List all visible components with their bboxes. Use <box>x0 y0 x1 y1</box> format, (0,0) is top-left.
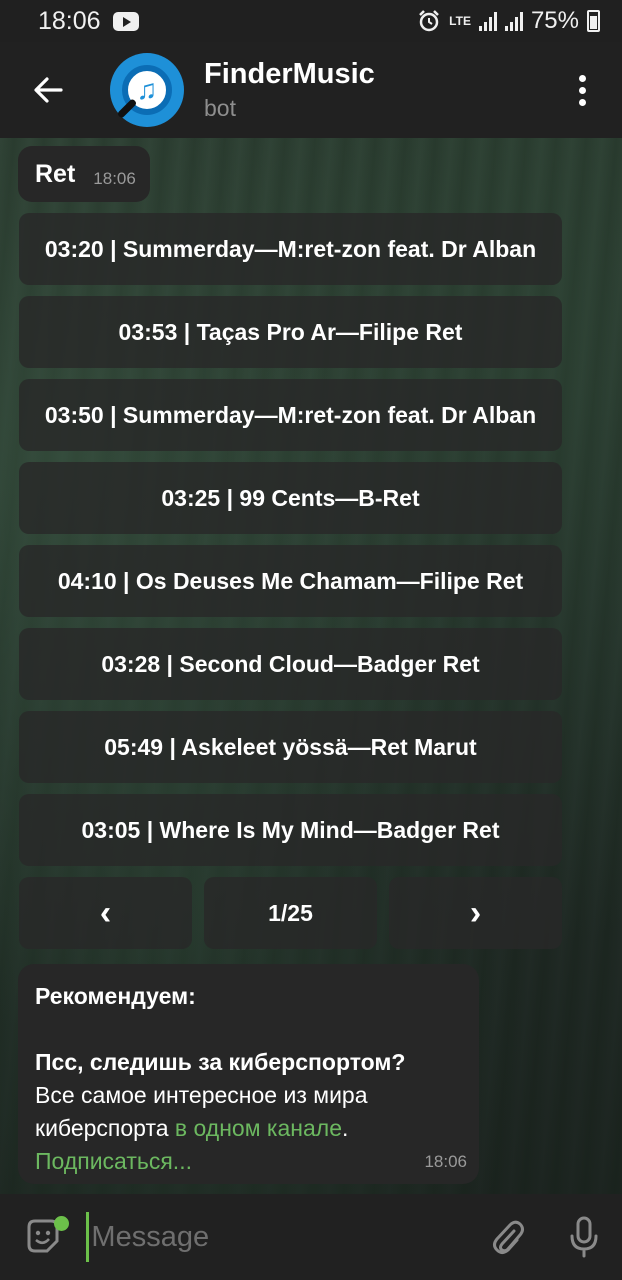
chat-title: FinderMusic <box>204 58 375 90</box>
page-indicator-button[interactable]: 1/25 <box>204 877 377 949</box>
track-button-6[interactable]: 03:28 | Second Cloud—Badger Ret <box>19 628 562 700</box>
message-time: 18:06 <box>424 1152 467 1171</box>
message-input[interactable] <box>86 1212 469 1262</box>
track-button-4[interactable]: 03:25 | 99 Cents—B-Ret <box>19 462 562 534</box>
user-message-text: Ret <box>35 159 76 188</box>
dot-icon <box>578 74 586 82</box>
chat-area: Ret 18:06 03:20 | Summerday—M:ret-zon fe… <box>0 138 622 1194</box>
status-icons: LTE 75% <box>417 7 600 35</box>
message-time: 18:06 <box>93 169 136 188</box>
promo-text-end: . <box>341 1115 349 1141</box>
channel-link[interactable]: в одном канале <box>175 1115 342 1141</box>
status-time: 18:06 <box>38 6 101 35</box>
back-arrow-icon <box>34 77 63 103</box>
track-button-5[interactable]: 04:10 | Os Deuses Me Chamam—Filipe Ret <box>19 545 562 617</box>
message-input-bar <box>0 1194 622 1280</box>
chat-header: ♫ FinderMusic bot <box>0 42 622 138</box>
promo-question: Псс, следишь за киберспортом? <box>35 1049 406 1075</box>
user-message-bubble: Ret 18:06 <box>18 146 150 202</box>
prev-page-button[interactable]: ‹ <box>19 877 192 949</box>
track-button-3[interactable]: 03:50 | Summerday—M:ret-zon feat. Dr Alb… <box>19 379 562 451</box>
promo-message-bubble: Рекомендуем: Псс, следишь за киберспорто… <box>18 964 479 1184</box>
signal-icon <box>478 11 497 31</box>
track-button-2[interactable]: 03:53 | Taças Pro Ar—Filipe Ret <box>19 296 562 368</box>
track-button-1[interactable]: 03:20 | Summerday—M:ret-zon feat. Dr Alb… <box>19 213 562 285</box>
dot-icon <box>578 86 586 94</box>
chat-title-block[interactable]: FinderMusic bot <box>204 58 375 122</box>
alarm-icon <box>419 10 440 32</box>
more-menu-button[interactable] <box>542 42 622 138</box>
new-stickers-dot <box>54 1216 69 1231</box>
chat-subtitle: bot <box>204 95 236 121</box>
next-page-button[interactable]: › <box>389 877 562 949</box>
emoji-button[interactable] <box>0 1194 86 1280</box>
track-button-7[interactable]: 05:49 | Askeleet yössä—Ret Marut <box>19 711 562 783</box>
paperclip-icon <box>492 1220 524 1254</box>
track-button-8[interactable]: 03:05 | Where Is My Mind—Badger Ret <box>19 794 562 866</box>
status-bar: 18:06 LTE 75% <box>0 0 622 42</box>
microphone-icon <box>570 1216 598 1258</box>
dot-icon <box>578 98 586 106</box>
promo-heading: Рекомендуем: <box>35 983 196 1009</box>
bot-avatar[interactable]: ♫ <box>110 53 184 127</box>
attach-button[interactable] <box>468 1194 545 1280</box>
back-button[interactable] <box>0 42 96 138</box>
subscribe-link[interactable]: Подписаться... <box>35 1145 461 1178</box>
network-type: LTE <box>449 13 471 28</box>
battery-percent: 75% <box>530 7 579 34</box>
voice-message-button[interactable] <box>545 1194 622 1280</box>
promo-body: Все самое интересное из мира киберспорта… <box>35 1079 461 1145</box>
battery-icon <box>587 10 600 32</box>
signal-icon-2 <box>504 11 523 31</box>
youtube-icon <box>112 11 139 31</box>
